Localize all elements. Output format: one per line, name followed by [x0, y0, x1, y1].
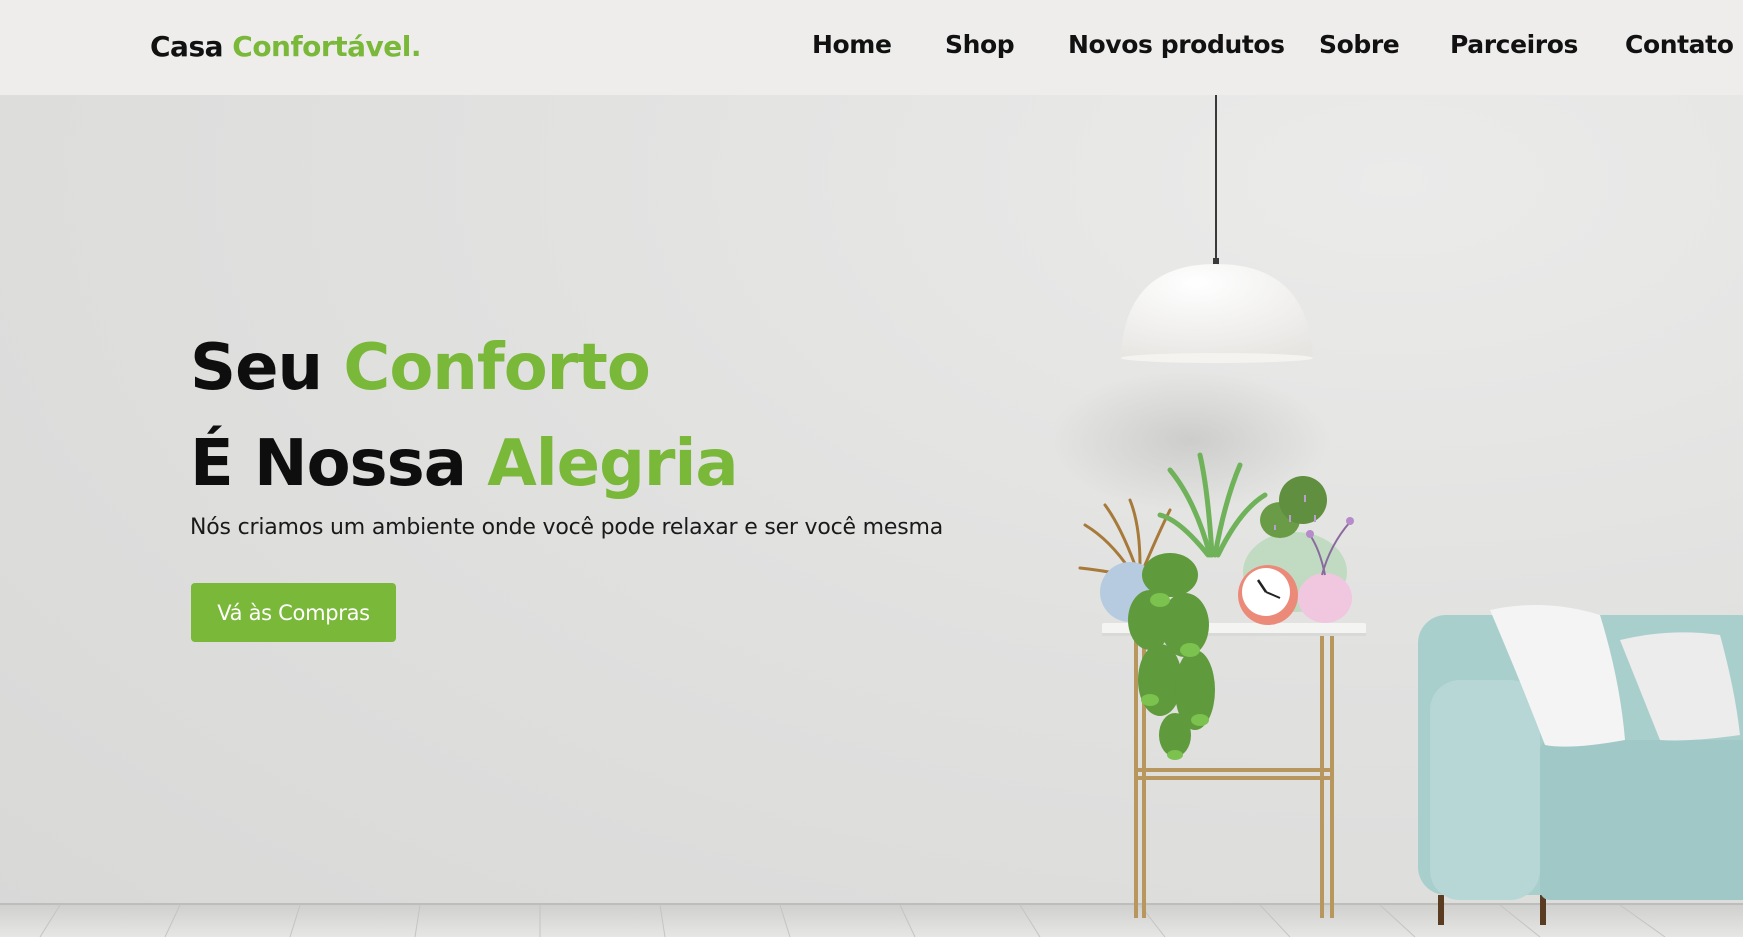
headline-line-2-black: É Nossa	[190, 427, 467, 501]
nav-parceiros[interactable]: Parceiros	[1450, 30, 1578, 59]
navbar: Casa Confortável. Home Shop Novos produt…	[0, 0, 1743, 95]
nav-contato[interactable]: Contato	[1625, 30, 1734, 59]
nav-shop[interactable]: Shop	[945, 30, 1015, 59]
headline-line-2-green: Alegria	[487, 427, 738, 501]
headline-line-2: É Nossa Alegria	[190, 416, 739, 512]
nav-sobre[interactable]: Sobre	[1319, 30, 1400, 59]
brand-prefix: Casa	[150, 30, 224, 63]
nav-home[interactable]: Home	[812, 30, 892, 59]
hero-headline: Seu Conforto É Nossa Alegria	[190, 320, 739, 512]
shop-now-button[interactable]: Vá às Compras	[191, 583, 396, 642]
pendant-lamp	[1050, 95, 1330, 510]
sofa	[1418, 605, 1743, 925]
headline-line-1-black: Seu	[190, 331, 323, 405]
hero-subtitle: Nós criamos um ambiente onde você pode r…	[190, 515, 943, 540]
hero-section: Seu Conforto É Nossa Alegria Nós criamos…	[0, 95, 1743, 937]
brand-highlight: Confortável.	[232, 30, 421, 63]
headline-line-1: Seu Conforto	[190, 320, 738, 416]
floor	[0, 903, 1743, 937]
brand-logo[interactable]: Casa Confortável.	[150, 30, 421, 63]
nav-novos-produtos[interactable]: Novos produtos	[1068, 30, 1285, 59]
headline-line-1-green: Conforto	[343, 331, 650, 405]
